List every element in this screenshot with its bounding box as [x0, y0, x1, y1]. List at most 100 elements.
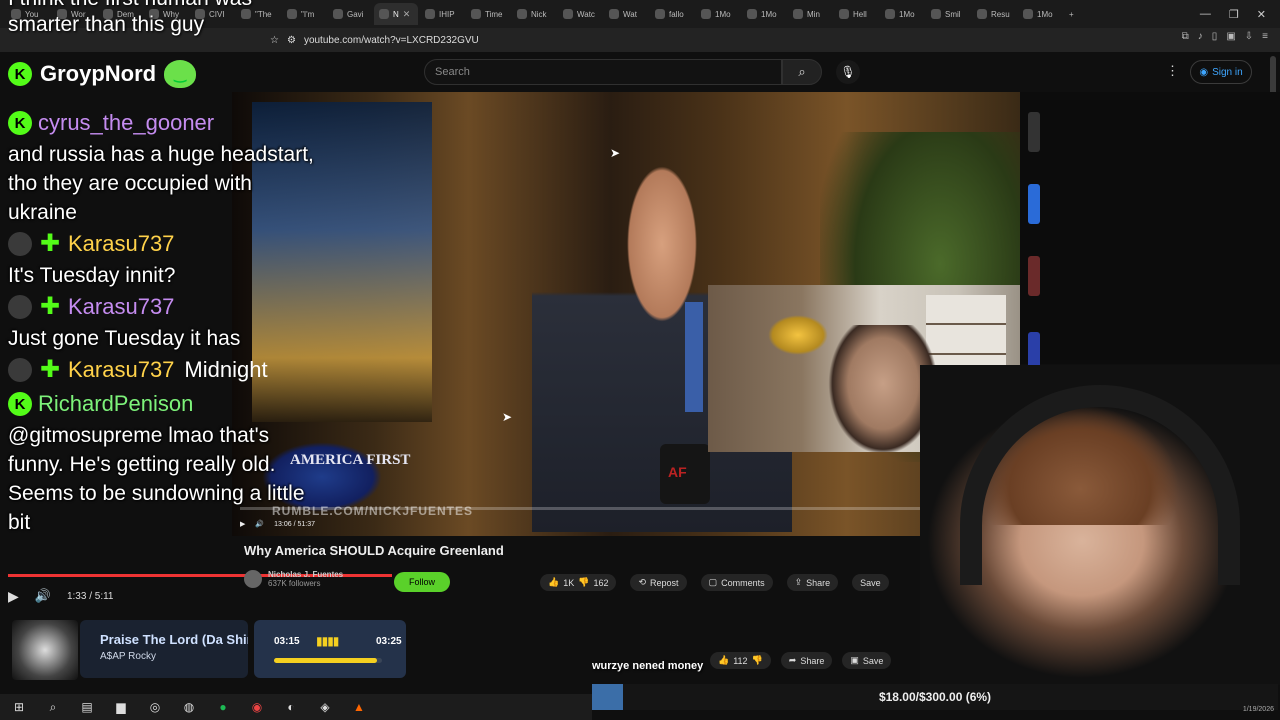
tab-label: Gavi — [347, 9, 364, 19]
search-icon: ⌕ — [798, 64, 806, 79]
wallet-icon[interactable]: ▣ — [1226, 31, 1235, 42]
browser-tab[interactable]: fallo — [650, 3, 694, 25]
share-button[interactable]: ⇪ Share — [786, 574, 839, 591]
tab-close-icon[interactable]: ✕ — [403, 9, 411, 20]
track-total-time: 03:25 — [376, 636, 402, 647]
chat-message-header: ✚ Karasu737 Midnight — [8, 353, 338, 387]
browser-tab[interactable]: Resu — [972, 3, 1016, 25]
repost-button[interactable]: ⟲ Repost — [630, 574, 687, 591]
overlay-caption: I think the first human was smarter than… — [8, 0, 252, 38]
donor-message: wurzye nened money — [592, 660, 704, 672]
spotify-icon[interactable]: ● — [214, 700, 232, 714]
new-tab-button[interactable]: + — [1064, 3, 1108, 25]
inner-channel: Nicholas J. Fuentes 637K followers — [244, 570, 343, 588]
volume-icon[interactable]: 🔊 — [35, 588, 51, 604]
chat-username[interactable]: Karasu737 — [68, 294, 174, 320]
browser-tab[interactable]: IHIP — [420, 3, 464, 25]
like-count: 1K — [563, 577, 575, 588]
brave-icon[interactable]: ▲ — [350, 700, 368, 714]
comment-icon: ▢ — [708, 577, 718, 587]
tab-label: 1Mo — [899, 9, 915, 19]
search-icon[interactable]: ⌕ — [44, 700, 62, 715]
browser-tab[interactable]: 1Mo — [1018, 3, 1062, 25]
follow-button[interactable]: Follow — [394, 572, 450, 592]
obs-icon[interactable]: ◎ — [146, 700, 164, 714]
sidebar-icon[interactable]: ▯ — [1212, 31, 1218, 42]
chat-username[interactable]: Karasu737 — [68, 231, 174, 257]
page-save-button[interactable]: ▣ Save — [842, 652, 892, 669]
browser-tab[interactable]: Smil — [926, 3, 970, 25]
page-actions: 👍 112 👎 ➦ Share ▣ Save — [710, 652, 892, 669]
chat-username[interactable]: Karasu737 — [68, 357, 174, 383]
chat-username[interactable]: cyrus_the_gooner — [38, 110, 214, 136]
minimize-icon[interactable]: — — [1200, 8, 1211, 20]
page-share-button[interactable]: ➦ Share — [780, 652, 833, 669]
site-info-icon[interactable]: ⚙ — [287, 35, 296, 46]
chat-username[interactable]: RichardPenison — [38, 391, 193, 417]
inner-video-controls: ▶ 🔊 13:06 / 51:37 ⚙ ▭ ⛶ — [240, 516, 1010, 532]
download-icon[interactable]: ⇩ — [1245, 31, 1253, 42]
app-icon[interactable]: ◈ — [316, 700, 334, 714]
suggestion-thumbnail[interactable] — [1028, 184, 1040, 224]
comments-button[interactable]: ▢ Comments — [700, 574, 773, 591]
chat-message-text: funny. He's getting really old. — [8, 453, 276, 476]
track-progress-bar — [274, 658, 382, 663]
browser-tab[interactable]: Hell — [834, 3, 878, 25]
page-like-count: 112 — [733, 655, 748, 666]
browser-tab[interactable]: Nick — [512, 3, 556, 25]
taskbar: ⊞ ⌕ ▤ ▆ ◎ ◍ ● ◉ ◐ ◈ ▲ — [0, 694, 592, 720]
address-bar[interactable]: ☆ ⚙ youtube.com/watch?v=LXCRD232GVU — [270, 31, 990, 49]
mouse-cursor-icon: ➤ — [610, 146, 621, 160]
browser-tab[interactable]: Time — [466, 3, 510, 25]
menu-icon[interactable]: ≡ — [1262, 31, 1268, 42]
extension-icon[interactable]: ⧉ — [1182, 31, 1189, 42]
search-button[interactable]: ⌕ — [782, 59, 822, 85]
browser-tab[interactable]: "I'm — [282, 3, 326, 25]
browser-tab[interactable]: 1Mo — [880, 3, 924, 25]
tab-label: Hell — [853, 9, 867, 19]
close-window-icon[interactable]: ✕ — [1257, 8, 1266, 21]
comments-label: Comments — [721, 577, 765, 588]
browser-tab[interactable]: Watc — [558, 3, 602, 25]
music-icon[interactable]: ♪ — [1198, 31, 1203, 42]
suggestion-thumbnail[interactable] — [1028, 256, 1040, 296]
bookmark-icon[interactable]: ☆ — [270, 35, 279, 46]
track-progress-fill — [274, 658, 377, 663]
discord-icon[interactable]: ◍ — [180, 700, 198, 714]
tab-favicon-icon — [609, 9, 619, 19]
tab-label: Min — [807, 9, 820, 19]
tab-favicon-icon — [931, 9, 941, 19]
maximize-icon[interactable]: ❐ — [1229, 8, 1239, 21]
like-dislike-pill[interactable]: 👍 1K 👎 162 — [540, 574, 617, 591]
task-view-icon[interactable]: ▤ — [78, 700, 96, 714]
voice-search-button[interactable]: 🎙 — [836, 60, 860, 84]
tab-favicon-icon — [333, 9, 343, 19]
suggestion-thumbnail[interactable] — [1028, 112, 1040, 152]
play-icon[interactable]: ▶ — [8, 588, 19, 605]
browser-tab[interactable]: 1Mo — [742, 3, 786, 25]
sign-in-button[interactable]: ◉ Sign in — [1190, 60, 1252, 84]
dislike-count: 162 — [593, 577, 609, 588]
search-input[interactable]: Search — [424, 59, 782, 85]
more-options-icon[interactable]: ⋮ — [1166, 63, 1179, 79]
browser-tab[interactable]: Min — [788, 3, 832, 25]
lamp-image — [768, 315, 828, 355]
repost-label: Repost — [650, 577, 679, 588]
inner-video-progress[interactable] — [240, 507, 1010, 510]
chrome-icon[interactable]: ◉ — [248, 700, 266, 714]
save-button[interactable]: Save — [852, 574, 889, 591]
kick-icon: K — [8, 62, 32, 86]
url-text[interactable]: youtube.com/watch?v=LXCRD232GVU — [304, 35, 479, 46]
window-controls: — ❐ ✕ — [1200, 0, 1280, 28]
browser-tab[interactable]: N ✕ — [374, 3, 418, 25]
thumbs-up-icon: 👍 — [718, 655, 730, 665]
browser-tab[interactable]: 1Mo — [696, 3, 740, 25]
folder-icon[interactable]: ▆ — [112, 700, 130, 714]
steam-icon[interactable]: ◐ — [282, 700, 300, 714]
browser-tab[interactable]: Wat — [604, 3, 648, 25]
mug-logo: AF — [668, 464, 687, 480]
start-icon[interactable]: ⊞ — [10, 700, 28, 714]
browser-tab[interactable]: Gavi — [328, 3, 372, 25]
page-like-button[interactable]: 👍 112 👎 — [710, 652, 771, 669]
kick-icon: K — [8, 392, 32, 416]
